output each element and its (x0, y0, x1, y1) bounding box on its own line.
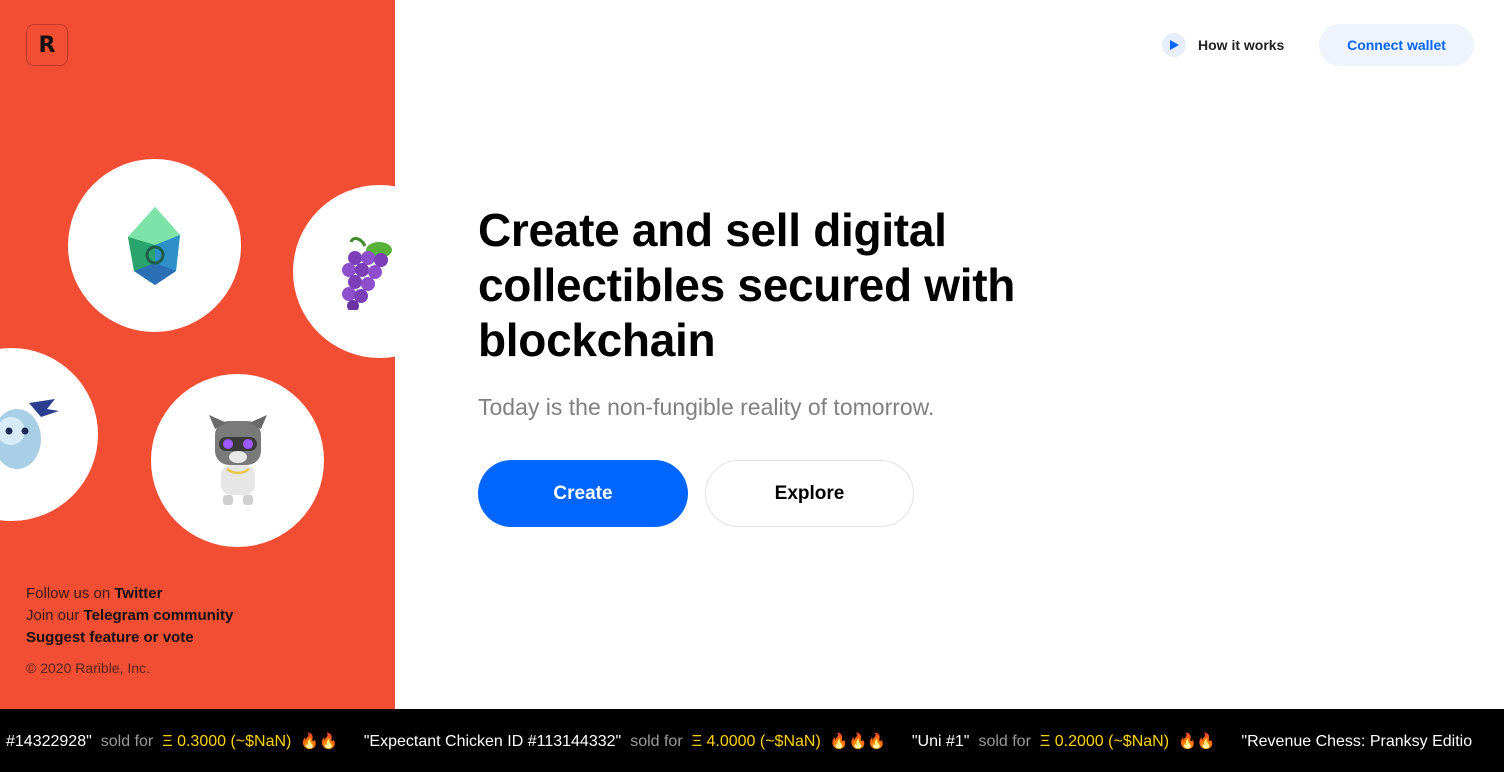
collectible-card-gem[interactable] (68, 159, 241, 332)
copyright: © 2020 Rarible, Inc. (26, 660, 150, 676)
explore-button[interactable]: Explore (705, 460, 914, 527)
hero-subtitle: Today is the non-fungible reality of tom… (478, 394, 935, 420)
raccoon-avatar-icon (208, 414, 267, 505)
ticker-sold-for: sold for (978, 733, 1031, 750)
footer-twitter-prefix: Follow us on (26, 585, 115, 602)
ticker-item[interactable]: "Expectant Chicken ID #113144332" sold f… (364, 732, 886, 752)
fire-icon: 🔥🔥 (300, 733, 338, 750)
ticker-item-name: "Uni #1" (911, 733, 970, 750)
left-panel: R Follow us on Twitter Join our Telegram… (0, 0, 395, 709)
sales-ticker: #14322928" sold for Ξ 0.3000 (~$NaN) 🔥🔥 … (0, 709, 1504, 772)
collectible-card-raccoon[interactable] (151, 374, 324, 547)
fire-icon: 🔥🔥 (1178, 733, 1216, 750)
ticker-item[interactable]: #14322928" sold for Ξ 0.3000 (~$NaN) 🔥🔥 (6, 732, 338, 752)
ticker-item[interactable]: "Uni #1" sold for Ξ 0.2000 (~$NaN) 🔥🔥 (912, 732, 1216, 752)
collectible-card-grapes[interactable] (293, 185, 395, 358)
grapes-icon (342, 236, 392, 310)
create-button[interactable]: Create (478, 460, 688, 527)
rarible-logo[interactable]: R (26, 24, 68, 66)
ticker-sold-for: sold for (630, 733, 683, 750)
footer-links: Follow us on Twitter Join our Telegram c… (26, 583, 233, 649)
suggest-feature-link[interactable]: Suggest feature or vote (26, 627, 233, 649)
how-it-works-link[interactable]: How it works (1162, 33, 1284, 57)
footer-twitter-line: Follow us on Twitter (26, 583, 233, 605)
collectible-card-ghost[interactable] (0, 348, 98, 521)
ticker-item[interactable]: "Revenue Chess: Pranksy Editio (1241, 732, 1472, 752)
how-it-works-label: How it works (1198, 37, 1285, 53)
ticker-item-name: #14322928" (6, 733, 92, 750)
ghost-bat-icon (0, 398, 59, 469)
fire-icon: 🔥🔥🔥 (829, 733, 886, 750)
ticker-sold-for: sold for (100, 733, 154, 750)
ticker-item-name: "Revenue Chess: Pranksy Editio (1241, 733, 1473, 750)
ticker-item-name: "Expectant Chicken ID #113144332" (363, 733, 622, 750)
hero-title: Create and sell digital collectibles sec… (478, 204, 1016, 366)
ticker-item-price: Ξ 0.3000 (~$NaN) (162, 733, 292, 750)
connect-wallet-button[interactable]: Connect wallet (1319, 24, 1474, 66)
twitter-link[interactable]: Twitter (114, 585, 162, 602)
telegram-link[interactable]: Telegram community (84, 607, 234, 624)
ticker-item-price: Ξ 4.0000 (~$NaN) (691, 733, 821, 750)
crystal-gem-icon (127, 206, 180, 285)
footer-telegram-line: Join our Telegram community (26, 605, 233, 627)
ticker-item-price: Ξ 0.2000 (~$NaN) (1039, 733, 1170, 750)
footer-telegram-prefix: Join our (26, 607, 84, 624)
ticker-track: #14322928" sold for Ξ 0.3000 (~$NaN) 🔥🔥 … (6, 732, 1498, 752)
play-icon (1162, 33, 1186, 57)
